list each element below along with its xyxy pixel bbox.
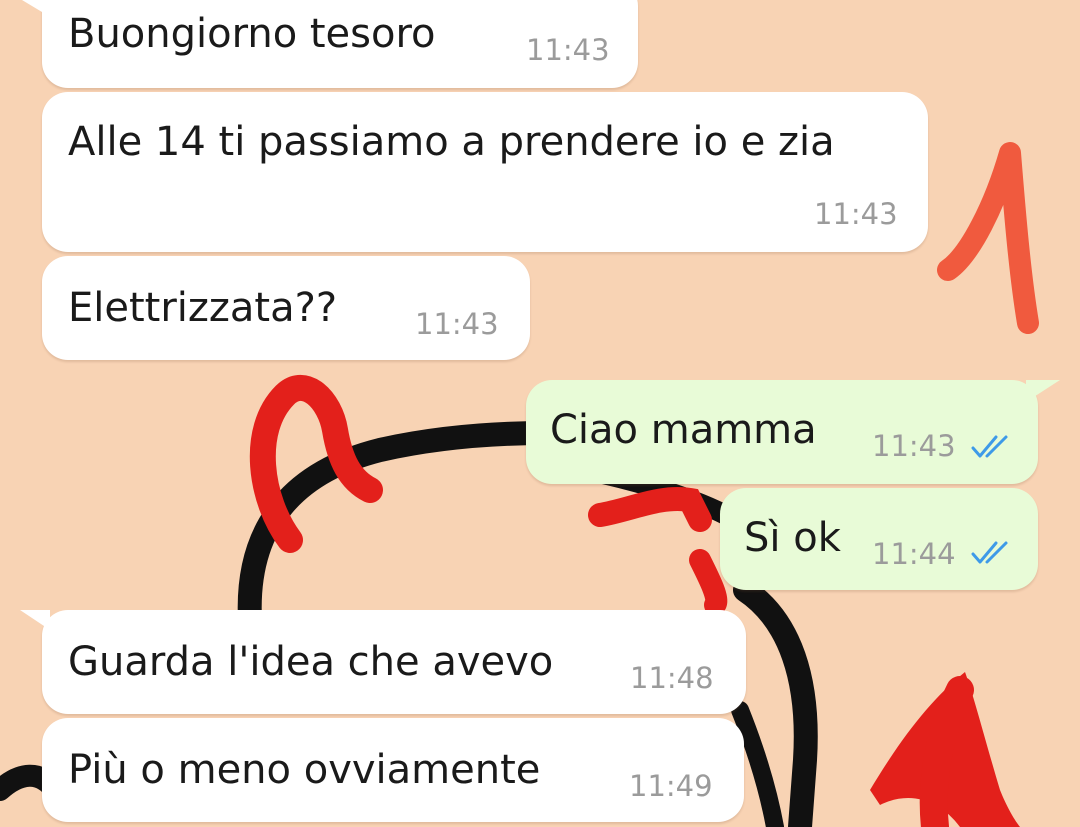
message-text: Ciao mamma	[550, 407, 817, 453]
message-bubble-outgoing[interactable]: Sì ok 11:44	[720, 488, 1038, 590]
message-text: Più o meno ovviamente	[68, 747, 541, 793]
bubble-tail	[1026, 380, 1060, 402]
message-text: Buongiorno tesoro	[68, 11, 436, 57]
message-text: Alle 14 ti passiamo a prendere io e zia	[68, 119, 835, 165]
message-bubble-incoming[interactable]: Più o meno ovviamente 11:49	[42, 718, 744, 822]
message-bubble-incoming[interactable]: Elettrizzata?? 11:43	[42, 256, 530, 360]
message-time: 11:49	[629, 769, 713, 803]
message-bubble-outgoing[interactable]: Ciao mamma 11:43	[526, 380, 1038, 484]
message-text: Elettrizzata??	[68, 285, 338, 331]
message-time: 11:43	[526, 33, 610, 67]
message-bubble-incoming[interactable]: Alle 14 ti passiamo a prendere io e zia …	[42, 92, 928, 252]
message-time: 11:44	[872, 537, 956, 571]
chat-view[interactable]: Buongiorno tesoro 11:43 Alle 14 ti passi…	[0, 0, 1080, 827]
message-bubble-incoming[interactable]: Buongiorno tesoro 11:43	[42, 0, 638, 88]
double-check-read-icon	[971, 541, 1008, 564]
handwritten-annotation-mark	[937, 142, 1039, 334]
message-time: 11:43	[415, 307, 499, 341]
message-time: 11:43	[814, 197, 898, 231]
bubble-tail	[20, 610, 50, 630]
double-check-read-icon	[971, 435, 1008, 458]
message-bubble-incoming[interactable]: Guarda l'idea che avevo 11:48	[42, 610, 746, 714]
message-text: Sì ok	[744, 515, 841, 561]
bubble-tail	[22, 0, 52, 18]
message-time: 11:48	[630, 661, 714, 695]
message-text: Guarda l'idea che avevo	[68, 639, 554, 685]
message-time: 11:43	[872, 429, 956, 463]
